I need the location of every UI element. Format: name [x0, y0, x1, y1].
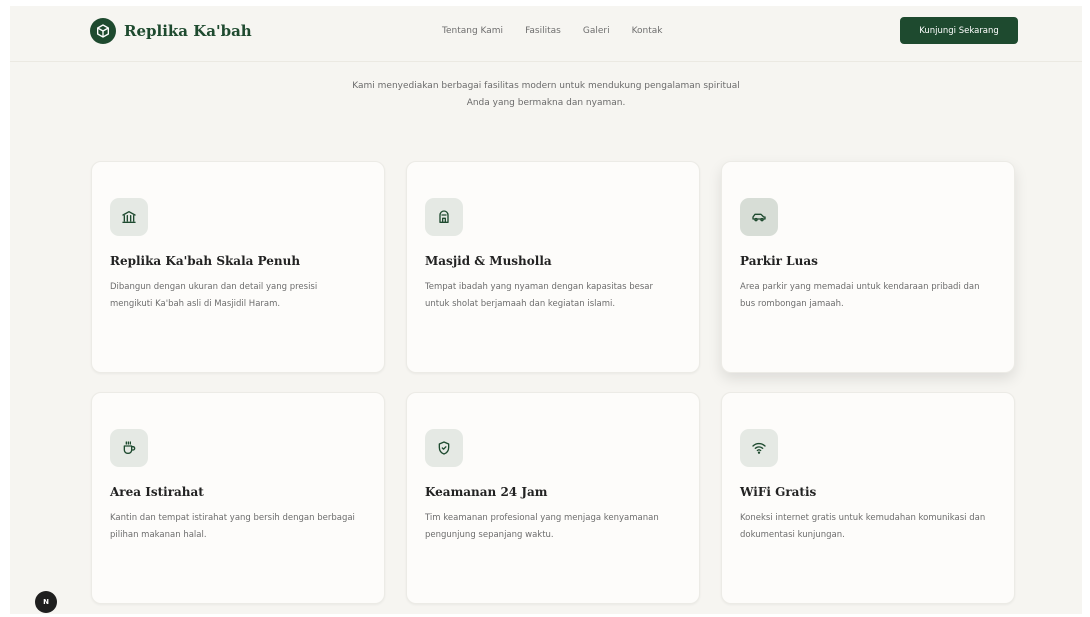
facility-card-masjid[interactable]: Masjid & Musholla Tempat ibadah yang nya… — [406, 161, 700, 373]
brand-name: Replika Ka'bah — [124, 22, 252, 40]
floating-badge-button[interactable]: N — [35, 591, 57, 613]
card-title: Area Istirahat — [110, 485, 204, 499]
coffee-icon — [110, 429, 148, 467]
visit-now-button[interactable]: Kunjungi Sekarang — [900, 17, 1018, 44]
facility-card-wifi[interactable]: WiFi Gratis Koneksi internet gratis untu… — [721, 392, 1015, 604]
facility-card-kabah-replica[interactable]: Replika Ka'bah Skala Penuh Dibangun deng… — [91, 161, 385, 373]
card-description: Kantin dan tempat istirahat yang bersih … — [110, 513, 355, 540]
wifi-icon — [740, 429, 778, 467]
card-description: Tim keamanan profesional yang menjaga ke… — [425, 513, 659, 540]
card-description: Area parkir yang memadai untuk kendaraan… — [740, 282, 980, 309]
shield-icon — [425, 429, 463, 467]
nav-link-tentang-kami[interactable]: Tentang Kami — [442, 26, 503, 36]
nav-link-galeri[interactable]: Galeri — [583, 26, 610, 36]
facility-card-area-istirahat[interactable]: Area Istirahat Kantin dan tempat istirah… — [91, 392, 385, 604]
car-icon — [740, 198, 778, 236]
card-title: Parkir Luas — [740, 254, 818, 268]
card-description: Dibangun dengan ukuran dan detail yang p… — [110, 282, 318, 309]
nav-link-kontak[interactable]: Kontak — [632, 26, 663, 36]
nav-link-fasilitas[interactable]: Fasilitas — [525, 26, 561, 36]
card-description: Koneksi internet gratis untuk kemudahan … — [740, 513, 986, 540]
card-title: WiFi Gratis — [740, 485, 817, 499]
card-title: Replika Ka'bah Skala Penuh — [110, 254, 301, 268]
card-title: Masjid & Musholla — [425, 254, 552, 268]
facility-card-parkir[interactable]: Parkir Luas Area parkir yang memadai unt… — [721, 161, 1015, 373]
main-nav: Tentang Kami Fasilitas Galeri Kontak — [442, 26, 685, 36]
card-title: Keamanan 24 Jam — [425, 485, 548, 499]
brand-logo[interactable]: Replika Ka'bah — [90, 18, 252, 44]
page: Replika Ka'bah Tentang Kami Fasilitas Ga… — [10, 6, 1082, 614]
subtitle-line-1: Kami menyediakan berbagai fasilitas mode… — [352, 81, 740, 91]
cube-logo-icon — [90, 18, 116, 44]
section-subtitle: Kami menyediakan berbagai fasilitas mode… — [296, 78, 796, 112]
subtitle-line-2: Anda yang bermakna dan nyaman. — [466, 98, 626, 108]
landmark-icon — [110, 198, 148, 236]
facility-card-keamanan[interactable]: Keamanan 24 Jam Tim keamanan profesional… — [406, 392, 700, 604]
site-header: Replika Ka'bah Tentang Kami Fasilitas Ga… — [10, 6, 1082, 62]
mosque-icon — [425, 198, 463, 236]
card-description: Tempat ibadah yang nyaman dengan kapasit… — [425, 282, 653, 309]
